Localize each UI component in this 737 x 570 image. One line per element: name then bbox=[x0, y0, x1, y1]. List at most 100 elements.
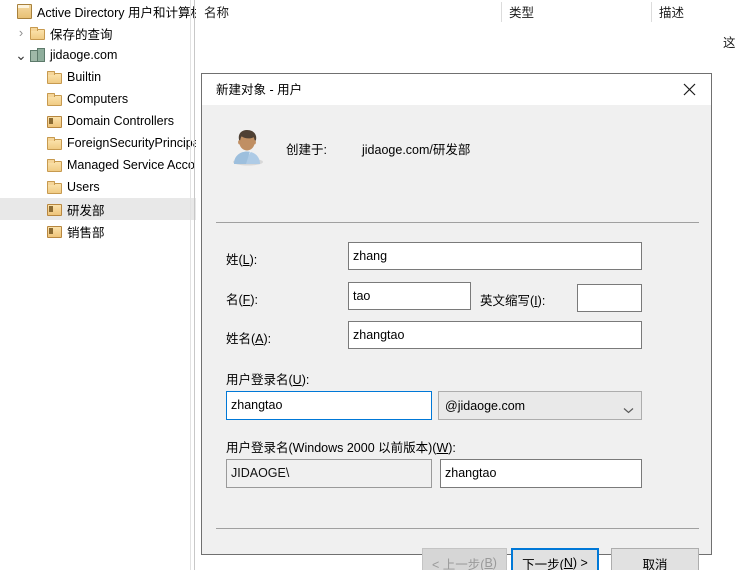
tree-pane-border bbox=[190, 0, 191, 570]
tree-item-label: Managed Service Acco bbox=[67, 158, 195, 172]
last-name-label-tail: ): bbox=[249, 253, 258, 267]
column-header-type[interactable]: 类型 bbox=[501, 0, 651, 26]
tree-item-label: 研发部 bbox=[67, 203, 105, 218]
back-button-accel: B bbox=[484, 556, 493, 570]
user-logon-name-label: 用户登录名(U): bbox=[226, 369, 309, 388]
column-header-description[interactable]: 描述 bbox=[651, 0, 737, 26]
pre2000-logon-name-label-tail: ): bbox=[448, 441, 456, 455]
chevron-right-icon[interactable]: › bbox=[13, 22, 29, 44]
initials-label-text: 英文缩写( bbox=[480, 294, 535, 308]
first-name-label-tail: ): bbox=[250, 293, 258, 307]
footer-separator bbox=[216, 528, 699, 529]
dialog-titlebar[interactable]: 新建对象 - 用户 bbox=[202, 74, 711, 106]
tree-item[interactable]: ForeignSecurityPrincipa bbox=[0, 132, 196, 154]
tree-item-label: Computers bbox=[67, 92, 129, 106]
created-in-label: 创建于: bbox=[286, 143, 327, 157]
tree-item-label: ForeignSecurityPrincipa bbox=[67, 136, 196, 150]
ou-icon bbox=[46, 223, 62, 239]
dialog-title: 新建对象 - 用户 bbox=[216, 83, 303, 97]
back-button-pre: < 上一步( bbox=[432, 557, 485, 570]
tree-item[interactable]: ⌄ jidaoge.com bbox=[0, 44, 196, 66]
ou-icon bbox=[46, 113, 62, 129]
pre2000-domain-prefix: JIDAOGE\ bbox=[226, 459, 432, 488]
last-name-label-text: 姓( bbox=[226, 253, 243, 267]
tree-item-label: 销售部 bbox=[67, 225, 105, 240]
user-logon-name-accel: U bbox=[292, 373, 302, 387]
back-button[interactable]: < 上一步(B) bbox=[422, 548, 507, 570]
pane-splitter[interactable] bbox=[194, 0, 195, 570]
created-in-value: jidaoge.com/研发部 bbox=[362, 143, 471, 157]
upn-suffix-select[interactable]: @jidaoge.com bbox=[438, 391, 642, 420]
tree-item-label: 保存的查询 bbox=[50, 27, 113, 42]
full-name-label-tail: ): bbox=[263, 332, 272, 346]
upn-suffix-value: @jidaoge.com bbox=[445, 398, 526, 413]
tree-item-label: Active Directory 用户和计算机 bbox=[37, 5, 196, 20]
pre2000-logon-name-input[interactable]: zhangtao bbox=[440, 459, 642, 488]
initials-input[interactable] bbox=[577, 284, 642, 312]
back-button-post: ) bbox=[492, 556, 497, 570]
tree-item[interactable]: 销售部 bbox=[0, 220, 196, 242]
tree-item[interactable]: Users bbox=[0, 176, 196, 198]
full-name-label: 姓名(A): bbox=[226, 328, 271, 347]
console-tree-pane: Active Directory 用户和计算机 › 保存的查询 ⌄ jidaoge.co… bbox=[0, 0, 196, 570]
last-name-label: 姓(L): bbox=[226, 249, 257, 268]
folder-icon bbox=[46, 91, 62, 107]
folder-icon bbox=[46, 135, 62, 151]
close-icon[interactable] bbox=[667, 74, 711, 105]
ou-icon bbox=[46, 201, 62, 217]
user-logon-name-label-tail: ): bbox=[301, 373, 310, 387]
pre2000-logon-name-accel: W bbox=[436, 441, 449, 455]
next-button[interactable]: 下一步(N) > bbox=[511, 548, 599, 570]
full-name-accel: A bbox=[255, 332, 264, 346]
initials-label-tail: ): bbox=[537, 294, 546, 308]
folder-icon bbox=[46, 179, 62, 195]
last-name-accel: L bbox=[242, 253, 250, 267]
console-tree: Active Directory 用户和计算机 › 保存的查询 ⌄ jidaoge.co… bbox=[0, 0, 196, 242]
user-logon-name-label-text: 用户登录名( bbox=[226, 373, 293, 387]
console-icon bbox=[16, 3, 32, 19]
tree-item[interactable]: Managed Service Acco bbox=[0, 154, 196, 176]
list-cell-partial: 这 bbox=[723, 36, 736, 50]
user-logon-name-input[interactable]: zhangtao bbox=[226, 391, 432, 420]
last-name-input[interactable]: zhang bbox=[348, 242, 642, 270]
user-avatar-icon bbox=[226, 124, 268, 166]
folder-icon bbox=[46, 157, 62, 173]
full-name-input[interactable]: zhangtao bbox=[348, 321, 642, 349]
tree-item-label: Builtin bbox=[67, 70, 102, 84]
next-button-pre: 下一步( bbox=[522, 557, 564, 570]
first-name-label: 名(F): bbox=[226, 289, 258, 308]
tree-item[interactable]: Computers bbox=[0, 88, 196, 110]
tree-item-label: Domain Controllers bbox=[67, 114, 174, 128]
new-object-user-dialog: 新建对象 - 用户 创建于: jidaoge.com/研发部 姓(L): zha… bbox=[201, 73, 712, 570]
pre2000-logon-name-label: 用户登录名(Windows 2000 以前版本)(W): bbox=[226, 437, 456, 456]
tree-item[interactable]: Domain Controllers bbox=[0, 110, 196, 132]
tree-item-label: jidaoge.com bbox=[50, 48, 118, 62]
chevron-down-icon bbox=[623, 403, 634, 413]
full-name-label-text: 姓名( bbox=[226, 332, 256, 346]
initials-label: 英文缩写(I): bbox=[480, 290, 545, 309]
tree-item[interactable]: › 保存的查询 bbox=[0, 22, 196, 44]
app-root: Active Directory 用户和计算机 › 保存的查询 ⌄ jidaoge.co… bbox=[0, 0, 737, 570]
tree-item[interactable]: Builtin bbox=[0, 66, 196, 88]
next-button-accel: N bbox=[563, 556, 573, 570]
column-header-name[interactable]: 名称 bbox=[196, 0, 501, 26]
tree-item[interactable]: Active Directory 用户和计算机 bbox=[0, 0, 196, 22]
domain-icon bbox=[29, 47, 45, 63]
dialog-header-row: 创建于: jidaoge.com/研发部 bbox=[202, 106, 711, 178]
tree-item[interactable]: 研发部 bbox=[0, 198, 196, 220]
cancel-button[interactable]: 取消 bbox=[611, 548, 699, 570]
first-name-label-text: 名( bbox=[226, 293, 243, 307]
first-name-input[interactable]: tao bbox=[348, 282, 471, 310]
chevron-down-icon[interactable]: ⌄ bbox=[13, 44, 29, 66]
dialog-body: 创建于: jidaoge.com/研发部 姓(L): zhang 名(F): t… bbox=[202, 106, 711, 570]
tree-item-label: Users bbox=[67, 180, 100, 194]
